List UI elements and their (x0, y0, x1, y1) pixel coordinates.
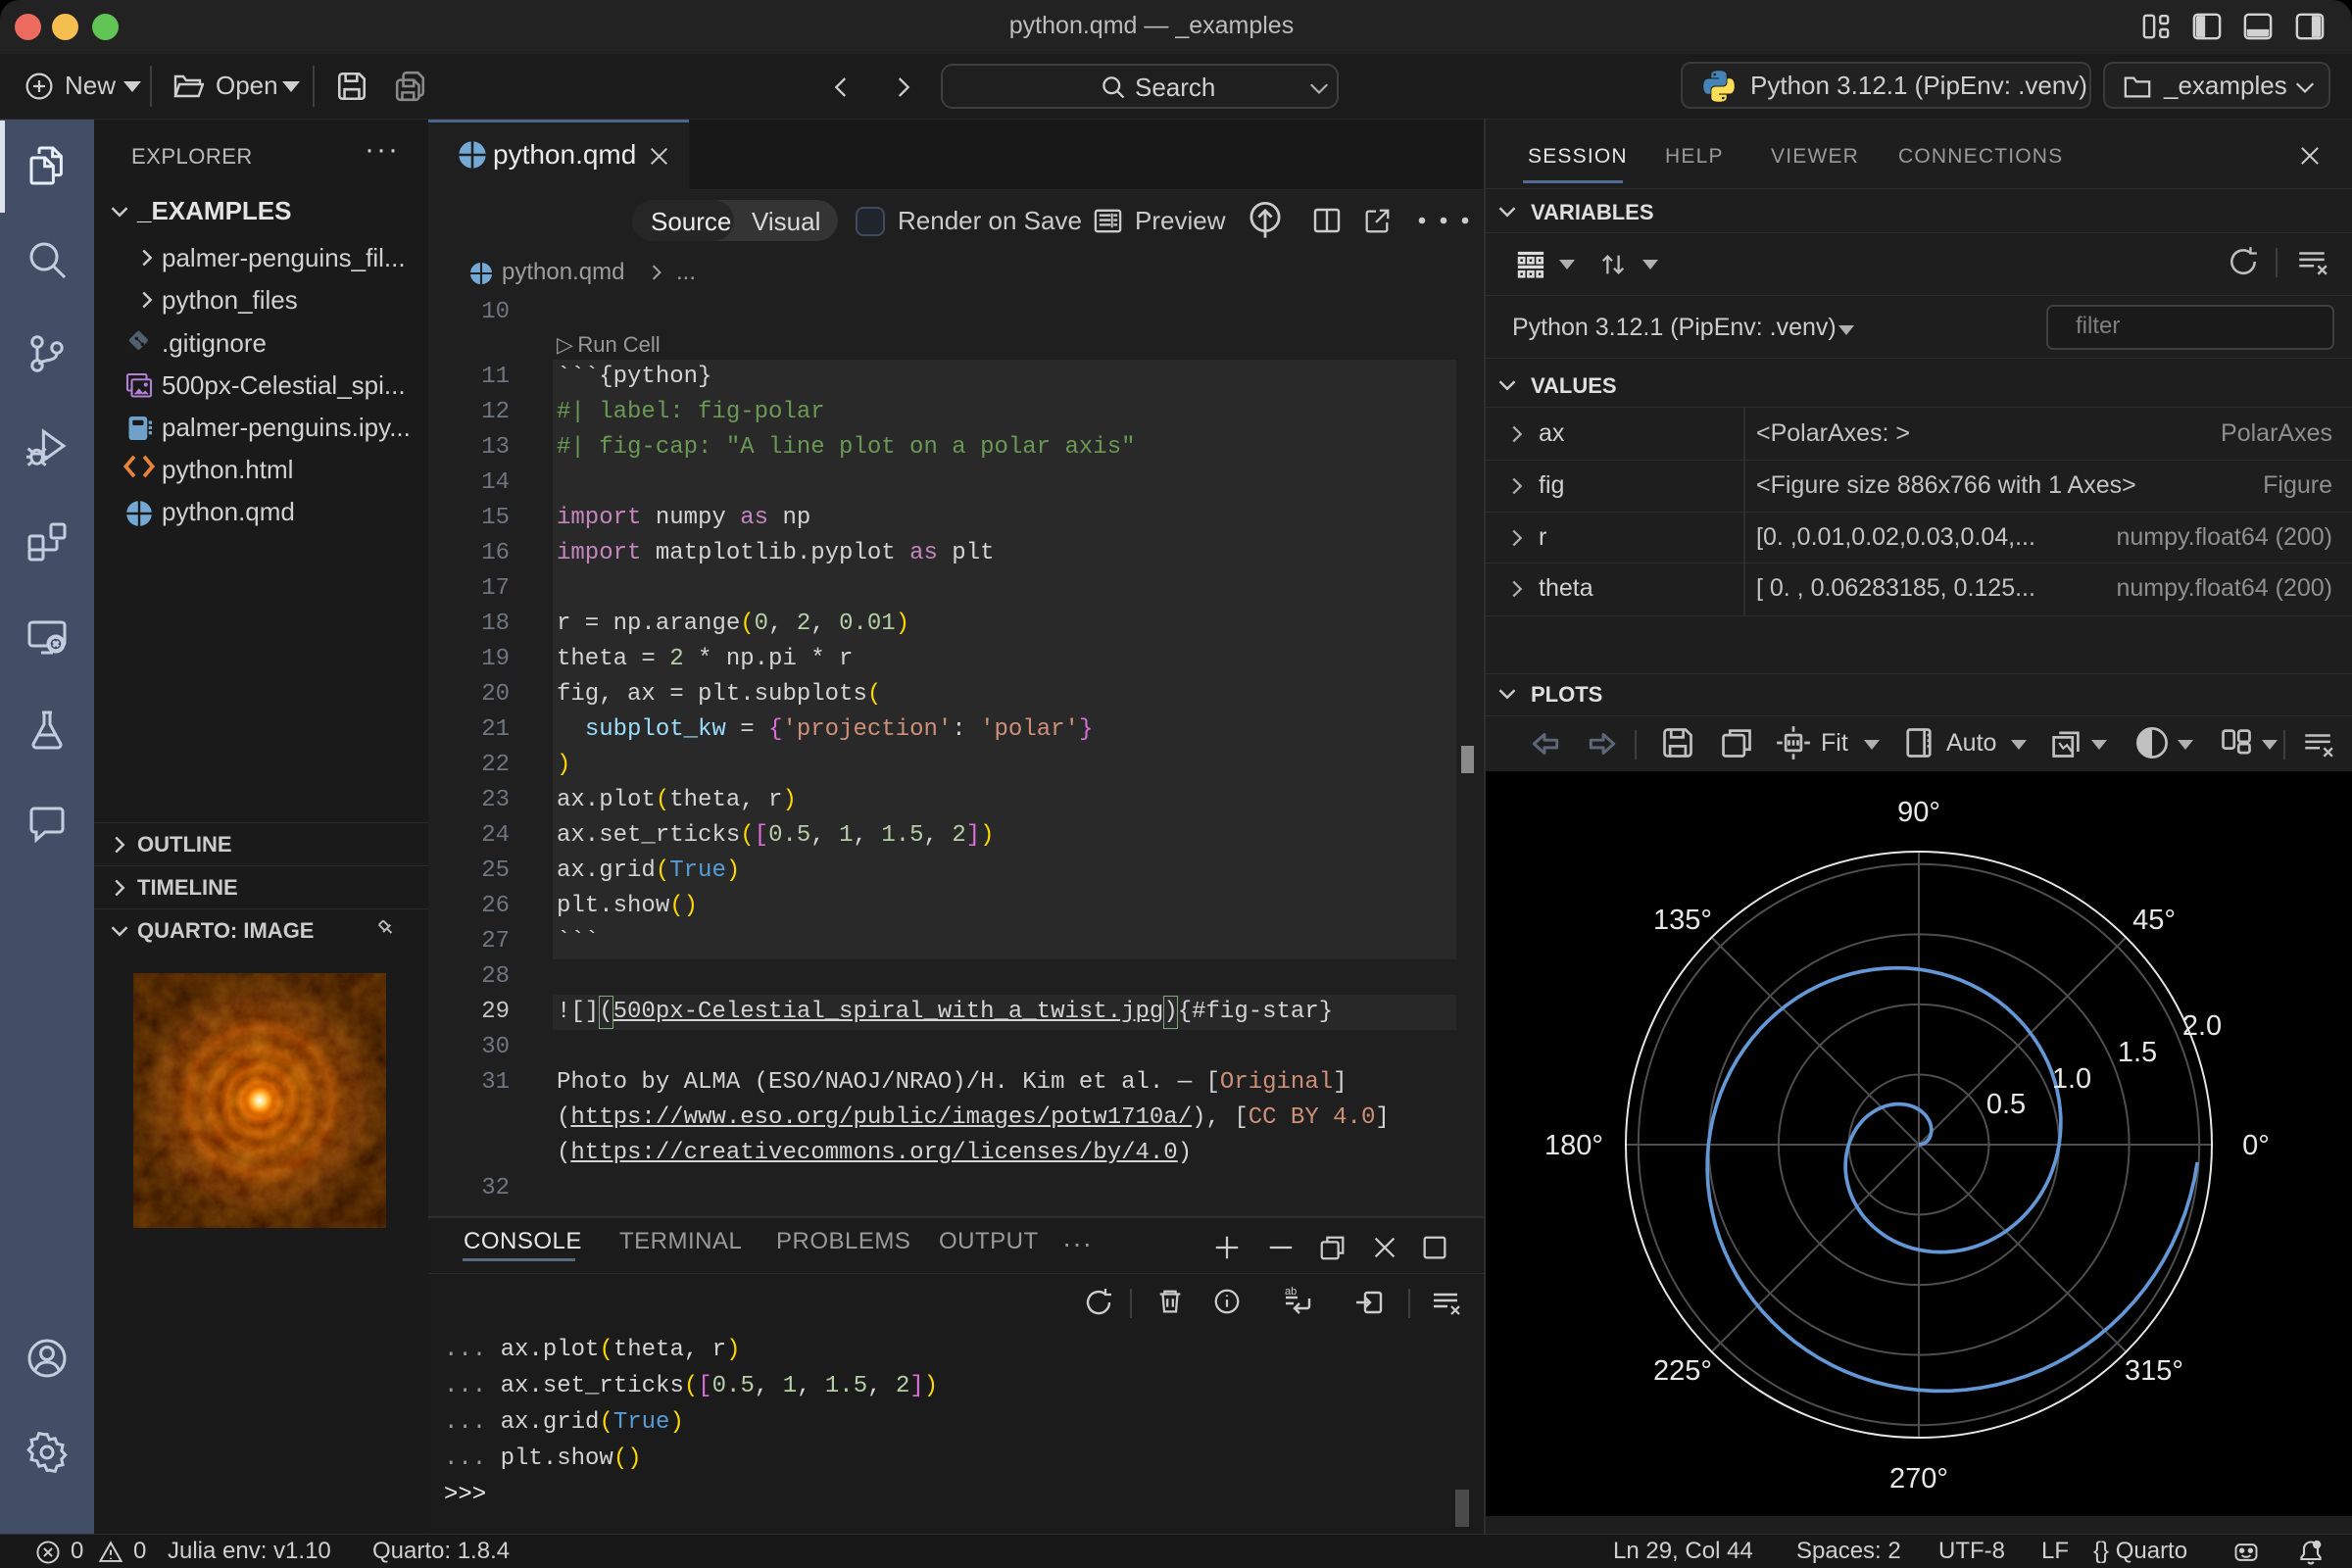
svg-text:315°: 315° (2125, 1355, 2183, 1387)
svg-text:225°: 225° (1653, 1355, 1712, 1387)
svg-text:270°: 270° (1889, 1463, 1948, 1494)
svg-text:1.5: 1.5 (2118, 1037, 2157, 1068)
svg-text:ab: ab (1285, 1287, 1297, 1298)
svg-text:45°: 45° (2132, 905, 2176, 936)
svg-text:135°: 135° (1653, 905, 1712, 936)
svg-text:0.5: 0.5 (1986, 1089, 2026, 1120)
svg-text:1.0: 1.0 (2052, 1063, 2091, 1095)
svg-text:2.0: 2.0 (2182, 1010, 2222, 1042)
svg-text:180°: 180° (1544, 1130, 1603, 1161)
svg-text:90°: 90° (1897, 797, 1940, 828)
svg-text:0°: 0° (2242, 1130, 2270, 1161)
